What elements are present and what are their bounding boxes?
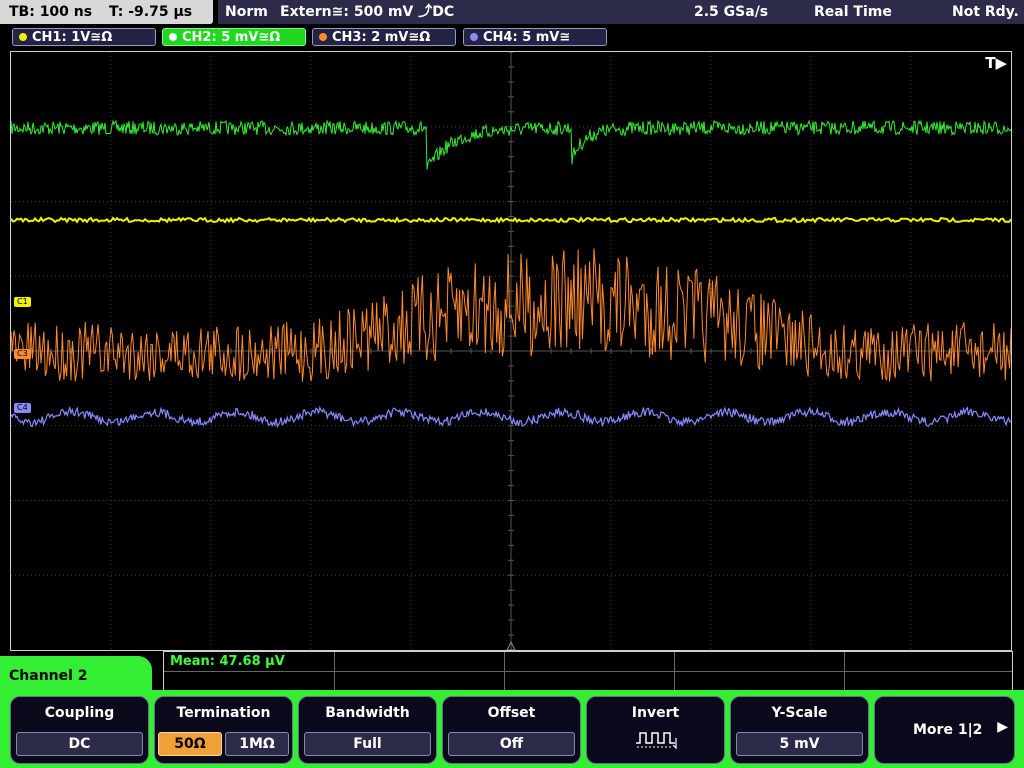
waveforms	[11, 119, 1011, 429]
bandwidth-value: Full	[304, 732, 431, 756]
ch4-dot-icon	[470, 32, 478, 41]
ch4-label: CH4: 5 mV≅	[483, 30, 571, 45]
mean-measurement: Mean: 47.68 µV	[170, 654, 285, 669]
trigger-position-marker[interactable]: T▶	[985, 54, 1007, 72]
ch3-trace	[11, 248, 1011, 382]
coupling-value: DC	[16, 732, 143, 756]
ch2-label: CH2: 5 mV≅Ω	[182, 30, 281, 45]
sample-rate: 2.5 GSa/s	[694, 4, 769, 20]
ch3-offset-marker[interactable]: C3	[14, 349, 31, 359]
acquisition-mode: Real Time	[814, 4, 892, 20]
invert-title: Invert	[631, 705, 680, 721]
termination-1mohm[interactable]: 1MΩ	[225, 732, 289, 756]
coupling-title: Coupling	[44, 705, 115, 721]
yscale-value: 5 mV	[736, 732, 863, 756]
more-softkey[interactable]: More 1|2 ▶	[874, 696, 1015, 764]
ch4-offset-marker[interactable]: C4	[14, 403, 31, 413]
ch1-label: CH1: 1V≅Ω	[32, 30, 113, 45]
invert-softkey[interactable]: Invert	[586, 696, 725, 764]
tab-ch1[interactable]: CH1: 1V≅Ω	[12, 28, 156, 46]
offset-softkey[interactable]: Offset Off	[442, 696, 581, 764]
more-label: More 1|2	[913, 722, 983, 738]
offset-value: Off	[448, 732, 575, 756]
yscale-softkey[interactable]: Y-Scale 5 mV	[730, 696, 869, 764]
coupling-softkey[interactable]: Coupling DC	[10, 696, 149, 764]
tab-ch3[interactable]: CH3: 2 mV≅Ω	[312, 28, 456, 46]
ch4-trace	[11, 405, 1011, 429]
termination-title: Termination	[176, 705, 271, 721]
ch3-dot-icon	[319, 32, 327, 41]
right-arrow-icon: ▶	[997, 719, 1008, 735]
menu-title: Channel 2	[9, 668, 88, 684]
trigger-mode: Norm	[225, 4, 268, 20]
ch2-trace	[11, 119, 1011, 170]
ch3-label: CH3: 2 mV≅Ω	[332, 30, 431, 45]
acquisition-status[interactable]: Norm Extern≅: 500 mV ⤴DC 2.5 GSa/s Real …	[218, 0, 1024, 24]
timebase-readout[interactable]: TB: 100 ns T: -9.75 µs	[0, 0, 213, 24]
measurement-bar[interactable]: Mean: 47.68 µV	[163, 651, 1013, 691]
trigger-time-label: T: -9.75 µs	[108, 4, 193, 20]
offset-title: Offset	[487, 705, 536, 721]
tab-ch2[interactable]: CH2: 5 mV≅Ω	[162, 28, 306, 46]
ch2-dot-icon	[169, 32, 177, 41]
invert-waveform-icon	[636, 732, 677, 750]
trigger-source: Extern≅: 500 mV ⤴DC	[280, 4, 455, 20]
tab-ch4[interactable]: CH4: 5 mV≅	[463, 28, 607, 46]
ch1-trace	[11, 216, 1011, 224]
bandwidth-softkey[interactable]: Bandwidth Full	[298, 696, 437, 764]
run-status: Not Rdy.	[952, 4, 1019, 20]
ch1-offset-marker[interactable]: C1	[14, 297, 31, 307]
termination-softkey[interactable]: Termination 50Ω 1MΩ	[154, 696, 293, 764]
yscale-title: Y-Scale	[771, 705, 828, 721]
bandwidth-title: Bandwidth	[325, 705, 410, 721]
ch1-dot-icon	[19, 32, 27, 41]
timebase-label: TB: 100 ns	[9, 4, 93, 20]
termination-50ohm[interactable]: 50Ω	[158, 732, 222, 756]
waveform-display[interactable]: T▶ C1 C3 C4	[10, 51, 1012, 651]
